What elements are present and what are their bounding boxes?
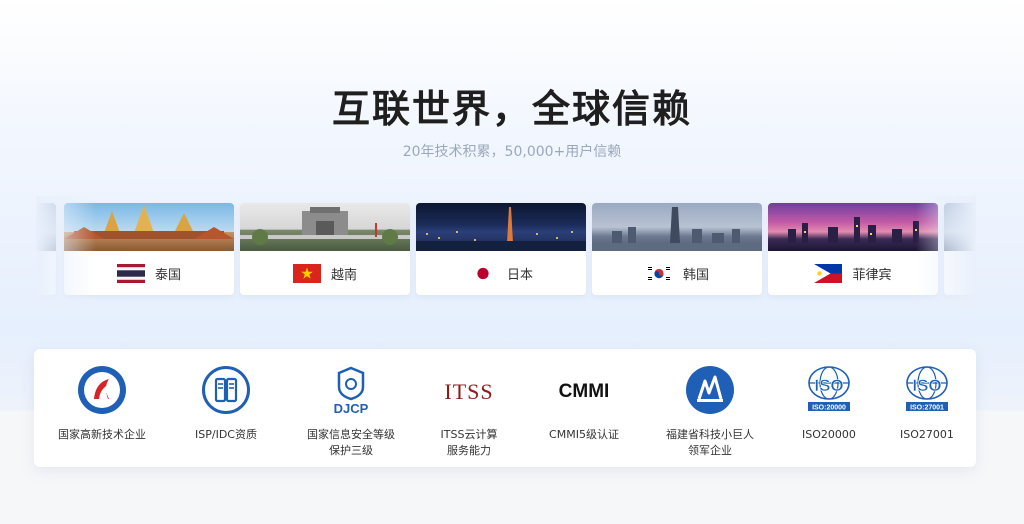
certification-panel: 国家高新技术企业 ISP/IDC资质 DJCP 国家信息安全等级 保护三级 IT… bbox=[34, 349, 976, 467]
philippines-flag-icon bbox=[814, 263, 843, 283]
vietnam-photo bbox=[240, 203, 410, 251]
country-name: 菲律宾 bbox=[852, 267, 892, 283]
thailand-flag-icon bbox=[116, 263, 145, 283]
isp-idc-server-icon bbox=[201, 365, 251, 420]
cert-name: ITSS云计算 服务能力 bbox=[440, 428, 498, 457]
cert-name: 国家信息安全等级 保护三级 bbox=[307, 428, 395, 457]
country-name: 韩国 bbox=[682, 267, 709, 283]
korea-photo bbox=[592, 203, 762, 251]
cert-cmmi: CMMI CMMI5级认证 bbox=[534, 367, 634, 443]
cert-high-tech-enterprise: 国家高新技术企业 bbox=[52, 365, 152, 443]
cert-name: CMMI5级认证 bbox=[549, 428, 619, 441]
country-card-philippines[interactable]: 菲律宾 bbox=[768, 203, 938, 295]
cmmi-logo: CMMI bbox=[558, 381, 610, 402]
country-photo bbox=[944, 203, 976, 251]
country-name: 日本 bbox=[506, 267, 533, 283]
cert-djcp: DJCP 国家信息安全等级 保护三级 bbox=[296, 365, 406, 459]
cert-iso27001: ISO ISO:27001 ISO27001 bbox=[882, 365, 972, 443]
country-card-partial-right[interactable] bbox=[944, 203, 976, 295]
cert-iso20000: ISO ISO:20000 ISO20000 bbox=[784, 365, 874, 443]
country-card-korea[interactable]: 韩国 bbox=[592, 203, 762, 295]
itss-logo: ITSS bbox=[444, 379, 494, 404]
country-card-vietnam[interactable]: 越南 bbox=[240, 203, 410, 295]
iso-logo-text: ISO bbox=[912, 376, 941, 395]
korea-flag-icon bbox=[644, 263, 673, 283]
country-card-japan[interactable]: 日本 bbox=[416, 203, 586, 295]
cert-itss: ITSS ITSS云计算 服务能力 bbox=[424, 367, 514, 459]
cert-name: ISP/IDC资质 bbox=[195, 428, 257, 441]
cert-name: 福建省科技小巨人 领军企业 bbox=[666, 428, 754, 457]
country-carousel[interactable]: 泰国 越南 日本 韩国 菲律宾 bbox=[36, 196, 976, 306]
djcp-logo-text: DJCP bbox=[334, 401, 369, 415]
iso-logo-subtext: ISO:27001 bbox=[910, 404, 944, 411]
japan-photo bbox=[416, 203, 586, 251]
philippines-photo bbox=[768, 203, 938, 251]
iso-logo-subtext: ISO:20000 bbox=[812, 404, 846, 411]
country-name: 泰国 bbox=[154, 267, 181, 283]
country-name: 越南 bbox=[330, 267, 357, 283]
japan-flag-icon bbox=[468, 263, 497, 283]
high-tech-enterprise-icon bbox=[77, 365, 127, 420]
country-card-partial-left[interactable] bbox=[36, 203, 56, 295]
cert-name: ISO20000 bbox=[802, 428, 856, 441]
hero-subtitle: 20年技术积累，50,000+用户信赖 bbox=[402, 144, 622, 160]
country-card-thailand[interactable]: 泰国 bbox=[64, 203, 234, 295]
cert-name: ISO27001 bbox=[900, 428, 954, 441]
iso-logo-text: ISO bbox=[814, 376, 843, 395]
iso-globe-icon: ISO ISO:20000 bbox=[804, 365, 854, 420]
fujian-tech-giant-icon bbox=[685, 365, 735, 420]
country-photo bbox=[36, 203, 56, 251]
iso-globe-icon: ISO ISO:27001 bbox=[902, 365, 952, 420]
cert-fujian-tech-giant: 福建省科技小巨人 领军企业 bbox=[654, 365, 766, 459]
hero-title: 互联世界，全球信赖 bbox=[331, 87, 692, 131]
djcp-shield-icon: DJCP bbox=[326, 365, 376, 420]
thailand-photo bbox=[64, 203, 234, 251]
vietnam-flag-icon bbox=[292, 263, 321, 283]
cert-isp-idc: ISP/IDC资质 bbox=[176, 365, 276, 443]
cert-name: 国家高新技术企业 bbox=[58, 428, 146, 441]
